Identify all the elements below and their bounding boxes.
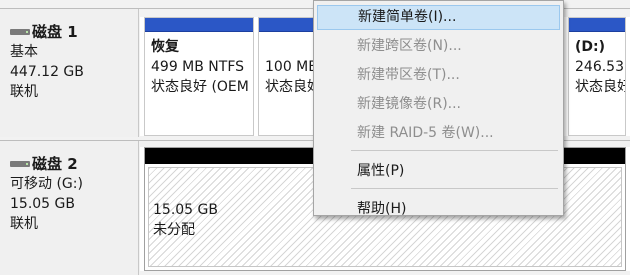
disk-2-status: 联机 (10, 216, 38, 232)
disk-1-info[interactable]: 磁盘 1 基本 447.12 GB 联机 (0, 9, 139, 137)
menu-item-new-spanned-volume[interactable]: 新建跨区卷(N)... (317, 34, 560, 59)
menu-item-new-striped-volume[interactable]: 新建带区卷(T)... (317, 63, 560, 88)
disk-1-size: 447.12 GB (10, 64, 84, 80)
partition-status: 状态良好 (OEM (151, 79, 249, 95)
disk-2-size: 15.05 GB (10, 196, 75, 212)
partition-size: 499 MB NTFS (151, 59, 245, 75)
partition-bar (145, 18, 253, 32)
partition-size: 246.53 GB (575, 59, 625, 75)
menu-separator (351, 150, 558, 151)
menu-item-help[interactable]: 帮助(H) (317, 197, 560, 222)
disk-1-type: 基本 (10, 44, 38, 60)
disk-drive-icon (10, 160, 30, 167)
disk-2-title-row: 磁盘 2 (10, 153, 128, 174)
partition-name: (D:) (575, 39, 606, 55)
menu-item-new-simple-volume[interactable]: 新建简单卷(I)... (317, 5, 560, 30)
partition-name: 恢复 (151, 39, 179, 55)
partition-status: 状态良好 (575, 79, 626, 95)
unallocated-size: 15.05 GB (153, 202, 218, 218)
unallocated-label: 未分配 (153, 222, 195, 238)
partition-d[interactable]: (D:) 246.53 GB 状态良好 (568, 17, 626, 136)
context-menu: 新建简单卷(I)... 新建跨区卷(N)... 新建带区卷(T)... 新建镜像… (313, 0, 564, 217)
disk-1-status: 联机 (10, 84, 38, 100)
disk-2-title: 磁盘 2 (32, 155, 78, 173)
disk-drive-icon (10, 28, 30, 35)
partition-bar (569, 18, 625, 32)
partition-recovery[interactable]: 恢复 499 MB NTFS 状态良好 (OEM (144, 17, 254, 136)
disk-2-info[interactable]: 磁盘 2 可移动 (G:) 15.05 GB 联机 (0, 141, 139, 275)
disk-2-type: 可移动 (G:) (10, 176, 83, 192)
menu-item-new-raid5-volume[interactable]: 新建 RAID-5 卷(W)... (317, 121, 560, 146)
menu-item-properties[interactable]: 属性(P) (317, 159, 560, 184)
disk-1-title: 磁盘 1 (32, 23, 78, 41)
menu-item-new-mirrored-volume[interactable]: 新建镜像卷(R)... (317, 92, 560, 117)
menu-separator (351, 188, 558, 189)
disk-1-title-row: 磁盘 1 (10, 21, 128, 42)
